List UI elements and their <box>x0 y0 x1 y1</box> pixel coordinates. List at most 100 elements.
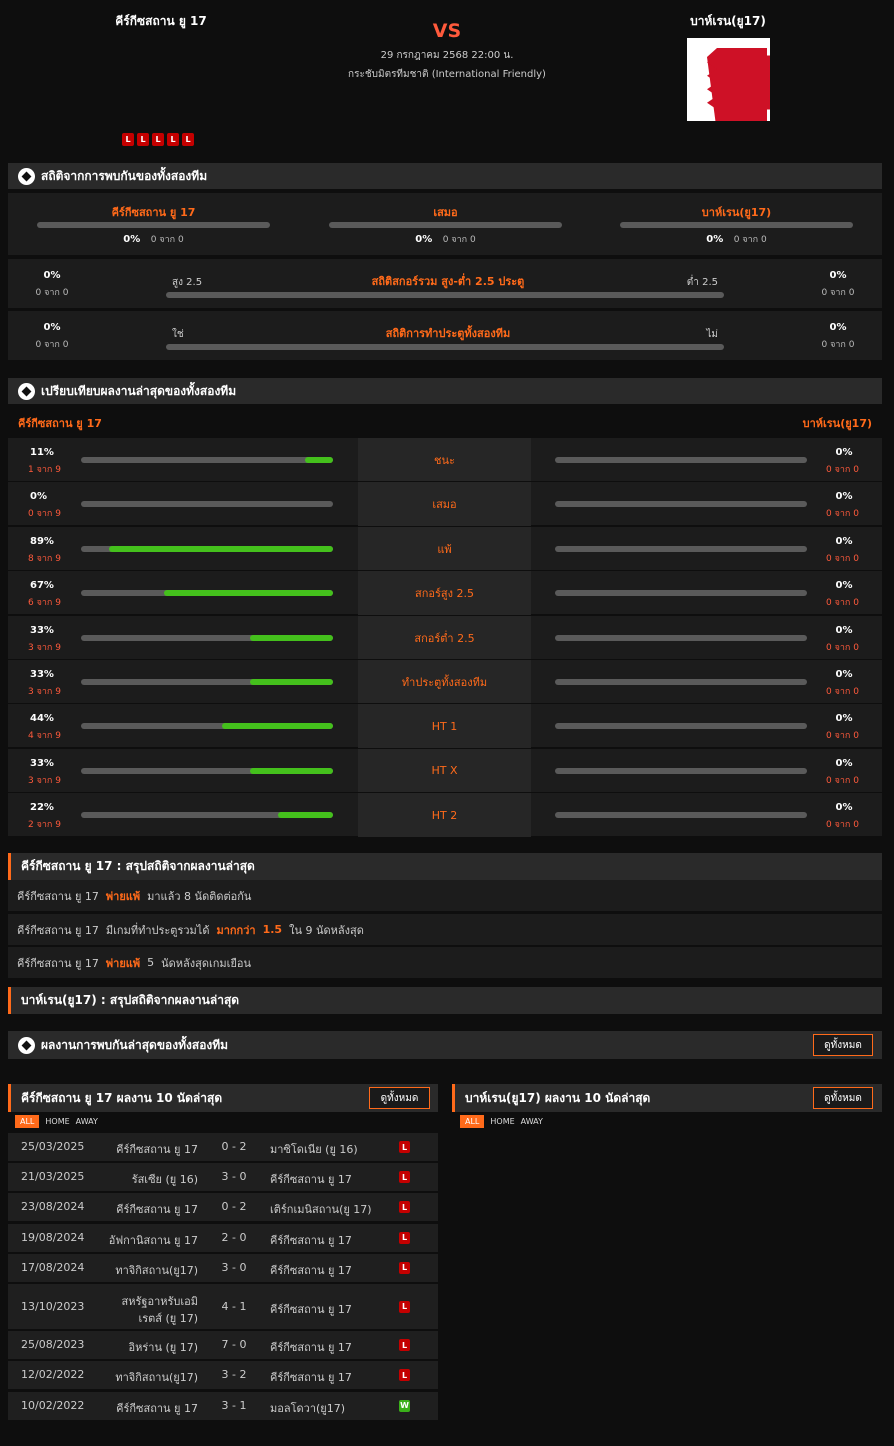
compare-away-pct: 0% <box>835 669 853 680</box>
match-away-team: เติร์กเมนิสถาน(ยู 17) <box>270 1203 372 1217</box>
compare-home-fill <box>250 634 333 641</box>
match-away-team: คีร์กีซสถาน ยู 17 <box>270 1302 352 1316</box>
match-result-badge: W <box>399 1399 410 1412</box>
match-result-badge: L <box>399 1339 410 1352</box>
tab-away[interactable]: AWAY <box>521 1117 543 1126</box>
ou-right-pct: 0% <box>829 270 847 281</box>
h2h-title: สถิติจากการพบกันของทั้งสองทีม <box>41 168 208 183</box>
match-date: 25/08/2023 <box>21 1338 85 1352</box>
match-home-team: คีร์กีซสถาน ยู 17 <box>116 1401 198 1415</box>
summary-line-2: คีร์กีซสถาน ยู 17 มีเกมที่ทำประตูรวมได้ … <box>8 914 882 945</box>
compare-home-of: 2 จาก 9 <box>28 820 61 831</box>
football-icon <box>18 167 35 185</box>
match-home-team: สหรัฐอาหรับเอมิ <box>121 1294 198 1308</box>
tab-all[interactable]: ALL <box>15 1115 40 1128</box>
btts-right-label: ไม่ <box>706 329 718 340</box>
match-row[interactable]: 21/03/2025 รัสเซีย (ยู 16) 3 - 0 คีร์กีซ… <box>8 1163 438 1192</box>
compare-home-of: 4 จาก 9 <box>28 731 61 742</box>
match-date: 13/10/2023 <box>21 1299 85 1313</box>
recent-h2h-title: ผลงานการพบกันล่าสุดของทั้งสองทีม <box>41 1037 229 1052</box>
match-result-badge: L <box>399 1231 410 1244</box>
match-row[interactable]: 23/08/2024 คีร์กีซสถาน ยู 17 0 - 2 เติร์… <box>8 1193 438 1222</box>
match-result-badge: L <box>399 1261 410 1274</box>
tab-all[interactable]: ALL <box>460 1115 485 1128</box>
match-result-badge: L <box>399 1141 410 1153</box>
match-row[interactable]: 25/03/2025 คีร์กีซสถาน ยู 17 0 - 2 มาซิโ… <box>8 1133 438 1161</box>
match-away-team: คีร์กีซสถาน ยู 17 <box>270 1263 352 1277</box>
match-row[interactable]: 25/08/2023 อิหร่าน (ยู 17) 7 - 0 คีร์กีซ… <box>8 1331 438 1360</box>
btts-panel: 0% 0 จาก 0 ใช่ สถิติการทำประตูทั้งสองทีม… <box>8 311 882 360</box>
compare-away-pct: 0% <box>835 491 853 503</box>
compare-home-of: 6 จาก 9 <box>28 598 61 609</box>
match-row[interactable]: 10/02/2022 คีร์กีซสถาน ยู 17 3 - 1 มอลโด… <box>8 1391 438 1420</box>
compare-away-pct: 0% <box>835 535 853 547</box>
match-score: 7 - 0 <box>221 1338 247 1352</box>
compare-row: 0% 0 จาก 9 เสมอ 0% 0 จาก 0 <box>8 481 882 527</box>
home-last-view-all-button[interactable]: ดูทั้งหมด <box>369 1087 430 1109</box>
h2h-draw-of: 0 จาก 0 <box>442 235 476 245</box>
summary-line-3: คีร์กีซสถาน ยู 17 พ่ายแพ้ 5 นัดหลังสุดเก… <box>8 947 882 978</box>
tab-home[interactable]: HOME <box>45 1117 69 1126</box>
ou-title: สถิติสกอร์รวม สูง-ต่ำ 2.5 ประตู <box>371 275 525 288</box>
bahrain-flag-icon <box>687 38 770 133</box>
compare-home-pct: 89% <box>30 535 54 547</box>
football-icon <box>18 1036 35 1054</box>
recent-h2h-view-all-button[interactable]: ดูทั้งหมด <box>813 1034 873 1056</box>
compare-home-pct: 33% <box>30 757 54 769</box>
compare-away-bar <box>555 501 807 508</box>
compare-home-fill <box>305 457 333 463</box>
compare-away-bar <box>555 723 807 730</box>
summary-team: คีร์กีซสถาน ยู 17 <box>17 956 99 970</box>
home-form: LLLLL <box>122 133 194 146</box>
compare-row: 33% 3 จาก 9 ทำประตูทั้งสองทีม 0% 0 จาก 0 <box>8 659 882 704</box>
form-badge: L <box>137 133 149 146</box>
compare-label: ทำประตูทั้งสองทีม <box>358 660 531 704</box>
compare-away-pct: 0% <box>835 447 853 458</box>
match-date: 23/08/2024 <box>21 1200 85 1214</box>
compare-home-fill <box>109 545 333 552</box>
h2h-away-of: 0 จาก 0 <box>733 235 767 245</box>
form-badge: L <box>122 133 134 146</box>
match-score: 3 - 1 <box>221 1398 247 1412</box>
form-badge: L <box>182 133 194 146</box>
compare-away-of: 0 จาก 0 <box>826 687 859 697</box>
compare-label: สกอร์ต่ำ 2.5 <box>358 615 531 660</box>
tab-away[interactable]: AWAY <box>76 1117 98 1126</box>
match-result-badge: L <box>399 1201 410 1214</box>
summary-highlight: พ่ายแพ้ <box>105 889 141 903</box>
compare-away-of: 0 จาก 0 <box>826 820 859 831</box>
compare-away-pct: 0% <box>835 757 853 769</box>
compare-home-fill <box>250 767 333 774</box>
compare-label: HT 1 <box>358 704 531 749</box>
ou-left-pct: 0% <box>43 270 61 281</box>
match-row[interactable]: 13/10/2023 สหรัฐอาหรับเอมิ เรตส์ (ยู 17)… <box>8 1284 438 1329</box>
summary-text: มีเกมที่ทำประตูรวมได้ <box>105 923 210 937</box>
match-row[interactable]: 19/08/2024 อัฟกานิสถาน ยู 17 2 - 0 คีร์ก… <box>8 1223 438 1252</box>
btts-left-pct: 0% <box>43 322 61 333</box>
match-row[interactable]: 12/02/2022 ทาจิกิสถาน(ยู17) 3 - 2 คีร์กี… <box>8 1361 438 1390</box>
compare-home-pct: 0% <box>30 491 47 503</box>
compare-title: เปรียบเทียบผลงานล่าสุดของทั้งสองทีม <box>41 383 237 398</box>
h2h-draw-bar <box>329 222 562 228</box>
match-date: 25/03/2025 <box>21 1140 85 1153</box>
ou-left-label: สูง 2.5 <box>172 277 203 288</box>
compare-home-bar <box>81 501 333 508</box>
btts-right-pct: 0% <box>829 322 847 333</box>
summary-away-title: บาห์เรน(ยู17) : สรุปสถิติจากผลงานล่าสุด <box>21 993 240 1007</box>
compare-home-of: 8 จาก 9 <box>28 553 61 564</box>
match-away-team: คีร์กีซสถาน ยู 17 <box>270 1173 352 1187</box>
match-row[interactable]: 17/08/2024 ทาจิกิสถาน(ยู17) 3 - 0 คีร์กี… <box>8 1253 438 1282</box>
compare-label: สกอร์สูง 2.5 <box>358 571 531 616</box>
compare-home-of: 3 จาก 9 <box>28 687 61 697</box>
match-home-team: รัสเซีย (ยู 16) <box>131 1173 198 1187</box>
h2h-draw-label: เสมอ <box>433 206 458 219</box>
compare-label: ชนะ <box>358 438 531 482</box>
tab-home[interactable]: HOME <box>490 1117 514 1126</box>
ou-panel: 0% 0 จาก 0 สูง 2.5 สถิติสกอร์รวม สูง-ต่ำ… <box>8 259 882 308</box>
summary-highlight: 1.5 <box>262 923 283 936</box>
h2h-home-pct: 0% <box>123 234 141 245</box>
compare-row: 89% 8 จาก 9 แพ้ 0% 0 จาก 0 <box>8 525 882 571</box>
match-score: 3 - 0 <box>221 1170 247 1184</box>
compare-home-fill <box>164 590 333 597</box>
away-last-view-all-button[interactable]: ดูทั้งหมด <box>813 1087 873 1109</box>
